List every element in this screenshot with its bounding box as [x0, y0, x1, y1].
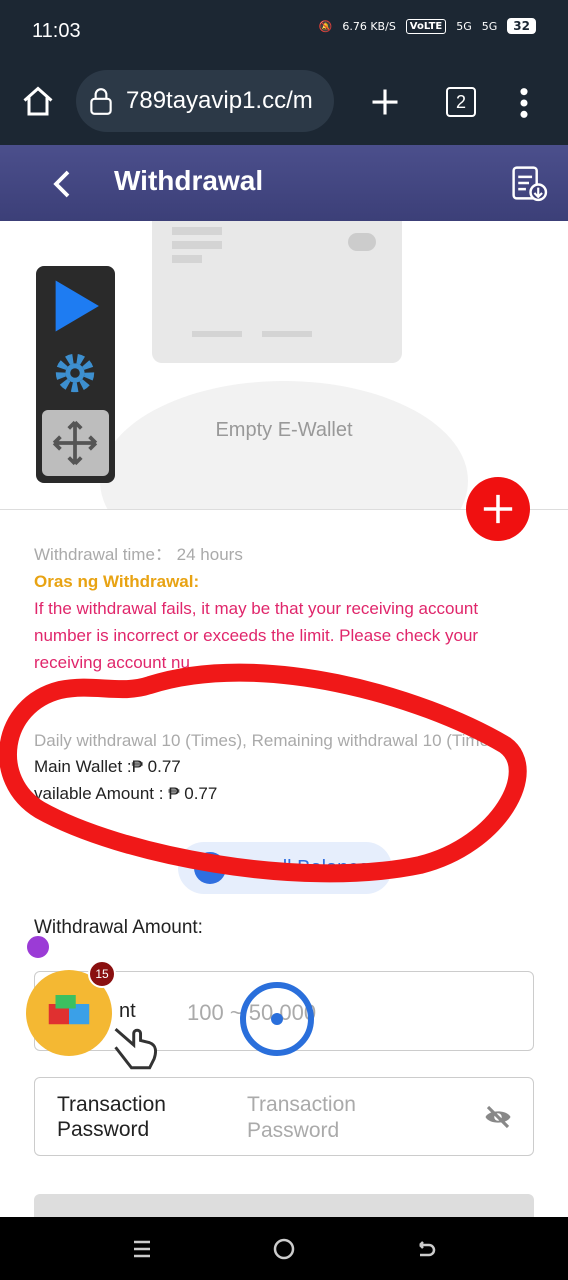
more-menu-icon[interactable]	[514, 86, 534, 120]
status-icons: 🔕 6.76 KB/S VoLTE 5G 5G 32	[319, 18, 536, 34]
add-wallet-button[interactable]	[466, 477, 530, 541]
back-nav-icon[interactable]	[414, 1237, 438, 1261]
warning-text: If the withdrawal fails, it may be that …	[34, 599, 479, 672]
recall-balance-button[interactable]: Recall Balance	[178, 842, 392, 894]
withdrawal-amount-label: Withdrawal Amount:	[34, 917, 203, 938]
page-title: Withdrawal	[114, 165, 264, 196]
browser-bar: 789tayavip1.cc/m 2	[0, 62, 568, 145]
password-field-name: Transaction Password	[57, 1093, 166, 1141]
floating-control-panel[interactable]	[36, 266, 115, 483]
daily-limit-text: Daily withdrawal 10 (Times), Remaining w…	[34, 731, 504, 750]
plus-icon	[483, 494, 513, 524]
collapse-arrow-icon[interactable]	[25, 934, 51, 960]
refresh-icon	[194, 852, 226, 884]
move-button[interactable]	[42, 410, 109, 476]
touch-indicator	[240, 982, 314, 1056]
gift-icon	[48, 995, 90, 1025]
status-bar: 11:03 🔕 6.76 KB/S VoLTE 5G 5G 32	[0, 0, 568, 62]
eye-off-icon[interactable]	[483, 1102, 513, 1132]
mute-icon: 🔕	[318, 19, 333, 33]
recall-label: Recall Balance	[236, 856, 370, 879]
lock-icon	[90, 88, 112, 115]
main-wallet-text: Main Wallet :₱ 0.77	[34, 757, 181, 776]
new-tab-icon[interactable]	[370, 87, 400, 117]
home-nav-icon[interactable]	[272, 1237, 296, 1261]
system-nav-bar	[0, 1217, 568, 1280]
battery-level: 32	[507, 18, 536, 34]
back-icon[interactable]	[50, 169, 74, 199]
hand-pointer-icon	[114, 1027, 158, 1070]
recent-apps-icon[interactable]	[130, 1237, 154, 1261]
move-arrows-icon	[52, 420, 98, 466]
app-header: Withdrawal	[0, 145, 568, 221]
signal-2: 5G	[481, 19, 498, 33]
signal-1: 5G	[456, 19, 472, 33]
withdrawal-time-value: 24 hours	[176, 545, 243, 564]
gift-badge: 15	[88, 960, 116, 988]
volte-badge: VoLTE	[405, 18, 447, 34]
tab-count: 2	[455, 92, 466, 112]
withdrawal-time-label: Withdrawal time：	[34, 545, 172, 564]
play-icon[interactable]	[50, 278, 102, 334]
url-bar[interactable]: 789tayavip1.cc/m	[76, 70, 334, 132]
clock: 11:03	[32, 20, 81, 42]
touch-dot	[271, 1013, 283, 1025]
withdrawal-time-row: Withdrawal time： 24 hours	[34, 541, 534, 568]
password-input[interactable]: Transaction Password	[247, 1092, 407, 1144]
transaction-password-field[interactable]: Transaction Password Transaction Passwor…	[34, 1077, 534, 1156]
home-icon[interactable]	[20, 84, 56, 120]
gear-icon[interactable]	[52, 350, 98, 396]
withdrawal-record-icon[interactable]	[510, 163, 548, 203]
tab-count-button[interactable]: 2	[446, 87, 476, 117]
available-amount-text: vailable Amount : ₱ 0.77	[34, 784, 218, 803]
net-speed: 6.76 KB/S	[342, 19, 396, 33]
wallet-illustration-hill	[100, 381, 468, 509]
withdrawal-info: Withdrawal time： 24 hours Oras ng Withdr…	[34, 541, 534, 807]
oras-label: Oras ng Withdrawal:	[34, 572, 200, 591]
wallet-illustration-card	[152, 221, 402, 363]
url-text: 789tayavip1.cc/m	[126, 87, 313, 114]
